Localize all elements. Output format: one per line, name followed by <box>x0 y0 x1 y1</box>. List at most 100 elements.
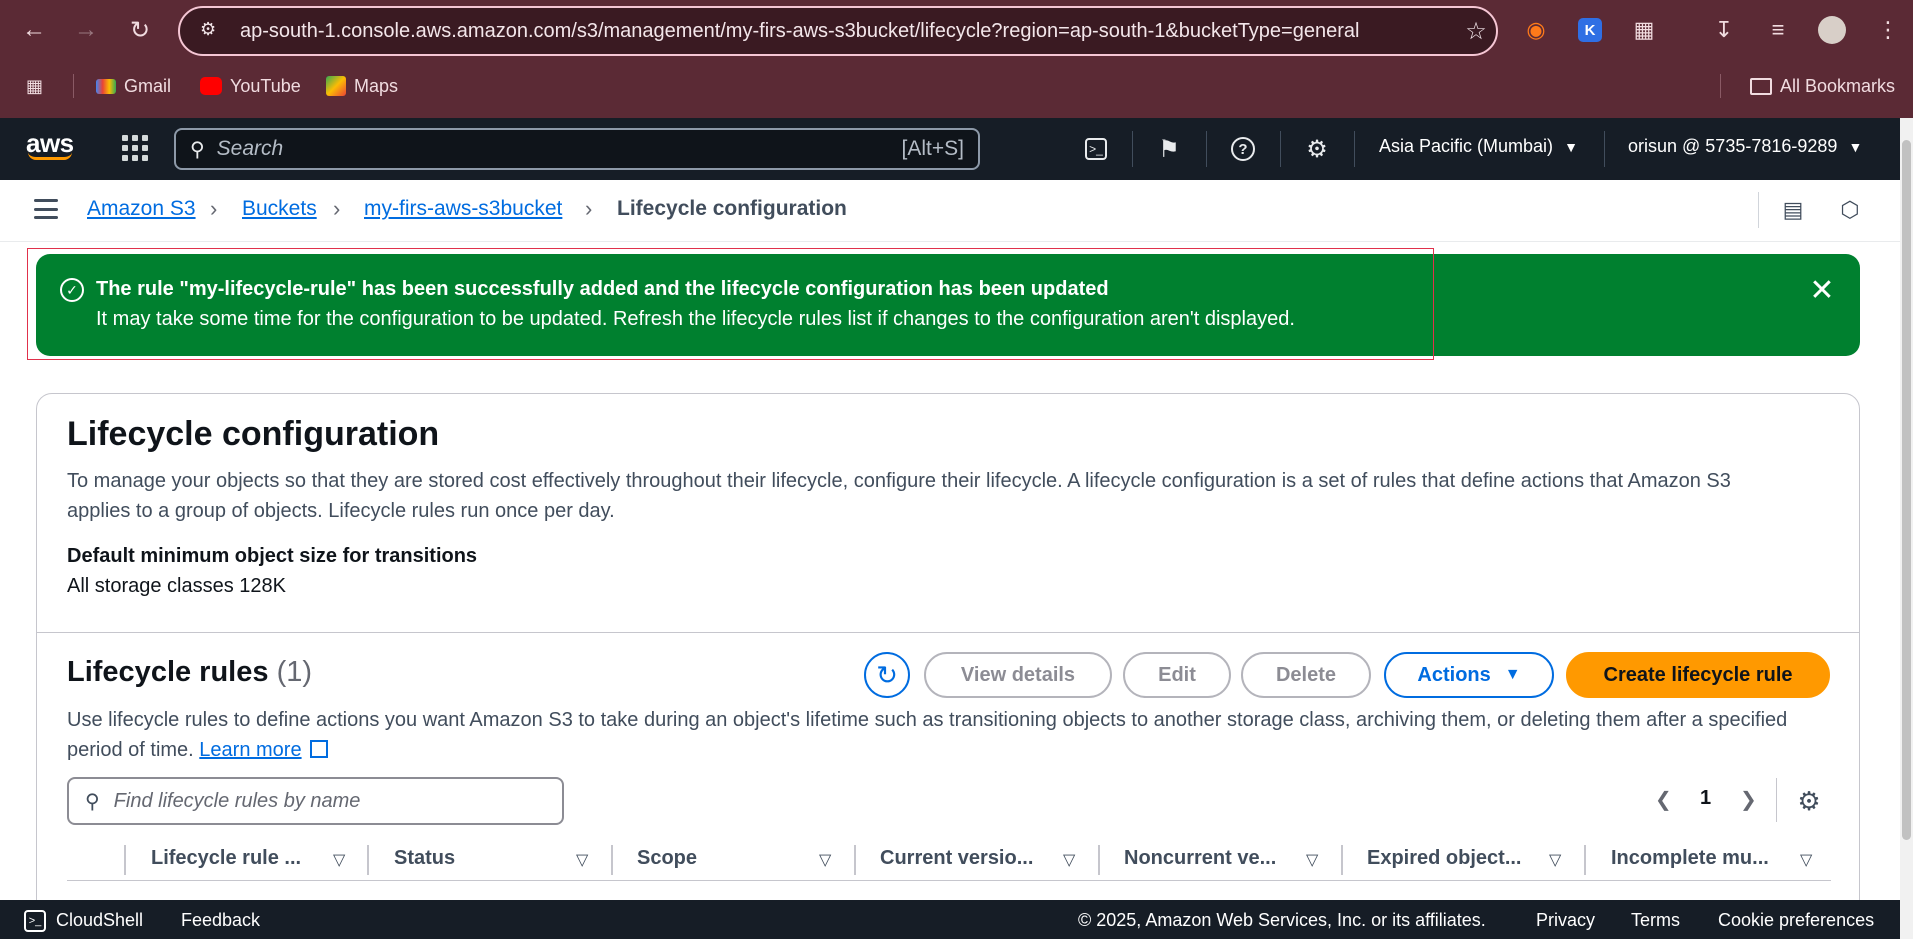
help-icon[interactable]: ? <box>1226 132 1260 166</box>
flash-message: It may take some time for the configurat… <box>96 308 1295 330</box>
column-divider <box>1584 845 1586 875</box>
chevron-right-icon: › <box>585 196 593 221</box>
cookie-preferences-link[interactable]: Cookie preferences <box>1718 910 1874 931</box>
bookmark-gmail[interactable]: Gmail <box>96 72 171 100</box>
folder-icon <box>1750 77 1772 95</box>
nav-divider <box>1354 131 1355 167</box>
account-menu[interactable]: orisun @ 5735-7816-9289 ▼ <box>1628 136 1862 157</box>
bookmark-divider <box>73 74 74 98</box>
page-title: Lifecycle configuration <box>67 415 440 453</box>
menu-hamburger-icon[interactable] <box>34 199 58 219</box>
cloudshell-link[interactable]: CloudShell <box>56 910 143 931</box>
actions-dropdown-button[interactable]: Actions ▼ <box>1384 652 1554 698</box>
address-bar[interactable]: ⚙ ap-south-1.console.aws.amazon.com/s3/m… <box>178 6 1498 56</box>
forward-icon[interactable]: → <box>70 14 102 46</box>
chevron-right-icon: › <box>210 196 218 221</box>
browser-menu-icon[interactable]: ⋮ <box>1872 14 1904 46</box>
k-extension-icon[interactable]: K <box>1574 14 1606 46</box>
rules-heading: Lifecycle rules (1) <box>67 656 312 689</box>
caret-down-icon: ▼ <box>1848 139 1863 155</box>
column-divider <box>611 845 613 875</box>
console-footer: CloudShell Feedback © 2025, Amazon Web S… <box>0 900 1900 939</box>
feedback-link[interactable]: Feedback <box>181 910 260 931</box>
sort-caret-icon[interactable]: ▽ <box>1063 850 1075 870</box>
external-link-icon[interactable] <box>309 740 328 758</box>
gmail-icon <box>96 78 116 94</box>
notifications-bell-icon[interactable]: ⚑ <box>1152 132 1186 166</box>
bookmark-maps[interactable]: Maps <box>326 72 398 100</box>
sort-caret-icon[interactable]: ▽ <box>576 850 588 870</box>
sort-caret-icon[interactable]: ▽ <box>819 850 831 870</box>
reload-icon[interactable]: ↻ <box>124 14 156 46</box>
fox-extension-icon[interactable]: ◉ <box>1520 14 1552 46</box>
sort-caret-icon[interactable]: ▽ <box>1800 850 1812 870</box>
all-bookmarks[interactable]: All Bookmarks <box>1750 72 1895 100</box>
close-icon[interactable]: ✕ <box>1806 274 1838 307</box>
info-panel-icon[interactable]: ▤ <box>1779 196 1807 224</box>
aws-search-input[interactable]: ⚲ Search [Alt+S] <box>174 128 980 170</box>
site-settings-icon[interactable]: ⚙ <box>200 19 224 43</box>
breadcrumb-current: Lifecycle configuration <box>617 197 847 220</box>
cloudshell-icon[interactable]: >_ <box>1079 132 1113 166</box>
refresh-icon[interactable]: ↻ <box>864 652 910 698</box>
reading-list-icon[interactable]: ≡ <box>1762 14 1794 46</box>
chevron-right-icon: › <box>333 196 341 221</box>
column-header-rule-name[interactable]: Lifecycle rule ... <box>151 847 301 870</box>
breadcrumb-buckets[interactable]: Buckets <box>242 197 317 221</box>
nav-divider <box>1206 131 1207 167</box>
scrollbar-thumb[interactable] <box>1902 140 1911 840</box>
column-header-incomplete[interactable]: Incomplete mu... <box>1611 847 1769 870</box>
highlight-box <box>27 248 1434 360</box>
bookmark-label: YouTube <box>230 75 301 96</box>
back-icon[interactable]: ← <box>18 14 50 46</box>
apps-grid-icon[interactable]: ▦ <box>26 72 43 100</box>
column-divider <box>124 845 126 875</box>
column-header-status[interactable]: Status <box>394 847 455 870</box>
rules-title: Lifecycle rules <box>67 656 269 688</box>
sort-caret-icon[interactable]: ▽ <box>1306 850 1318 870</box>
find-rules-input[interactable]: ⚲ Find lifecycle rules by name <box>67 777 564 825</box>
column-header-noncurrent[interactable]: Noncurrent ve... <box>1124 847 1276 870</box>
sort-caret-icon[interactable]: ▽ <box>333 850 345 870</box>
create-lifecycle-rule-button[interactable]: Create lifecycle rule <box>1566 652 1830 698</box>
previous-page-icon[interactable]: ❮ <box>1655 787 1672 812</box>
url-text: ap-south-1.console.aws.amazon.com/s3/man… <box>240 19 1360 42</box>
breadcrumb-amazon-s3[interactable]: Amazon S3 <box>87 197 196 221</box>
page-number[interactable]: 1 <box>1700 787 1711 810</box>
region-selector[interactable]: Asia Pacific (Mumbai) ▼ <box>1379 136 1578 157</box>
column-header-scope[interactable]: Scope <box>637 847 697 870</box>
services-grid-icon[interactable] <box>122 135 148 161</box>
youtube-icon <box>200 77 222 95</box>
table-preferences-gear-icon[interactable]: ⚙ <box>1794 786 1824 816</box>
column-divider <box>367 845 369 875</box>
column-divider <box>1098 845 1100 875</box>
search-shortcut: [Alt+S] <box>901 137 964 160</box>
sort-caret-icon[interactable]: ▽ <box>1549 850 1561 870</box>
min-size-label: Default minimum object size for transiti… <box>67 545 478 567</box>
bookmark-label: Maps <box>354 75 399 96</box>
learn-more-link[interactable]: Learn more <box>199 739 301 761</box>
breadcrumb-bucket[interactable]: my-firs-aws-s3bucket <box>364 197 562 221</box>
extensions-puzzle-icon[interactable]: ▦ <box>1628 14 1660 46</box>
delete-button[interactable]: Delete <box>1241 652 1371 698</box>
all-bookmarks-label: All Bookmarks <box>1780 75 1896 96</box>
terms-link[interactable]: Terms <box>1631 910 1680 931</box>
download-icon[interactable]: ↧ <box>1708 14 1740 46</box>
bookmark-youtube[interactable]: YouTube <box>200 72 301 100</box>
page-description: To manage your objects so that they are … <box>67 470 1731 522</box>
security-hexagon-icon[interactable]: ⬡ <box>1836 196 1864 224</box>
view-details-button[interactable]: View details <box>924 652 1112 698</box>
settings-gear-icon[interactable]: ⚙ <box>1300 132 1334 166</box>
cloudshell-icon[interactable]: >_ <box>24 910 46 932</box>
breadcrumb-divider <box>1758 192 1759 228</box>
column-header-current-version[interactable]: Current versio... <box>880 847 1033 870</box>
next-page-icon[interactable]: ❯ <box>1740 787 1757 812</box>
column-header-expired-object[interactable]: Expired object... <box>1367 847 1521 870</box>
account-label: orisun @ 5735-7816-9289 <box>1628 136 1838 156</box>
nav-divider <box>1604 131 1605 167</box>
profile-avatar[interactable] <box>1816 14 1848 46</box>
bookmark-star-icon[interactable]: ☆ <box>1456 17 1496 46</box>
edit-button[interactable]: Edit <box>1123 652 1231 698</box>
search-icon: ⚲ <box>85 790 100 813</box>
privacy-link[interactable]: Privacy <box>1536 910 1595 931</box>
